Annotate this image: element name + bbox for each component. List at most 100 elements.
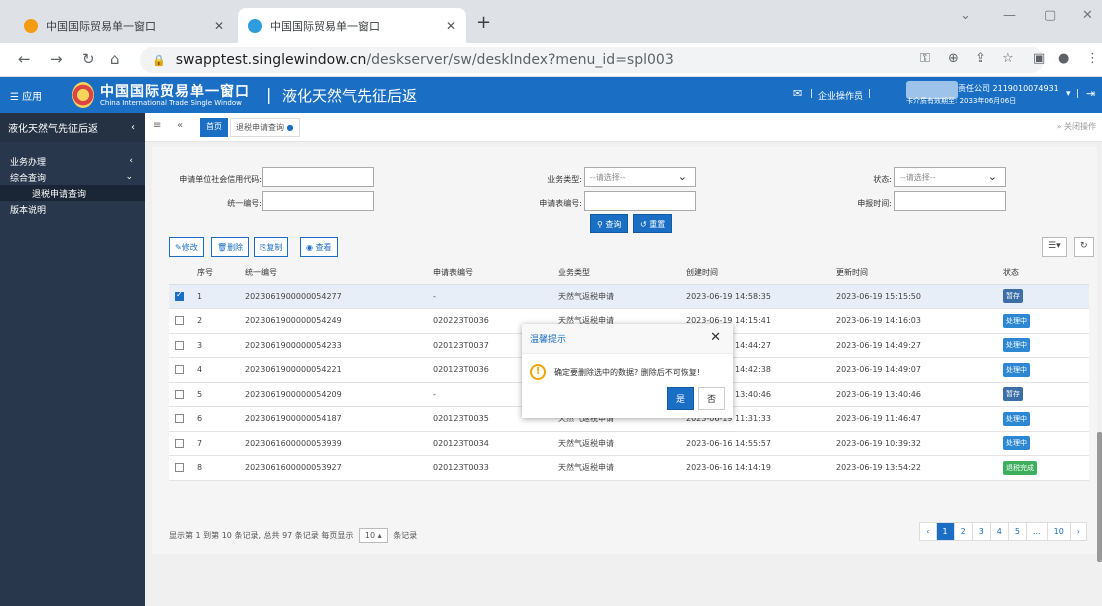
page-button[interactable]: 4: [989, 522, 1009, 541]
edit-button[interactable]: ✎修改: [169, 237, 204, 257]
maximize-icon[interactable]: ▢: [1044, 8, 1056, 23]
status-badge: 处理中: [1003, 313, 1030, 328]
column-header[interactable]: 创建时间: [680, 262, 830, 285]
page-button[interactable]: ...: [1025, 522, 1048, 541]
row-checkbox[interactable]: [175, 290, 184, 301]
close-icon[interactable]: ✕: [446, 19, 456, 33]
cell-uno: 2023061900000054209: [239, 382, 427, 407]
row-checkbox[interactable]: [175, 414, 184, 424]
page-button[interactable]: ›: [1069, 522, 1087, 541]
row-checkbox[interactable]: [175, 316, 184, 326]
close-icon[interactable]: ✕: [214, 19, 224, 33]
yes-button[interactable]: 是: [666, 387, 694, 410]
cell-idx: 2: [191, 308, 239, 334]
delete-button[interactable]: 🗑删除: [211, 237, 250, 257]
share-icon[interactable]: ⇪: [975, 51, 986, 66]
more-icon[interactable]: ⋮: [1086, 51, 1099, 66]
sidepanel-icon[interactable]: ▣: [1033, 51, 1045, 66]
window-close-icon[interactable]: ✕: [1082, 8, 1093, 23]
url-field[interactable]: 🔒 swapptest.singlewindow.cn/deskserver/s…: [140, 47, 1044, 73]
report-time-input[interactable]: [894, 191, 1006, 211]
row-select-cell: [169, 431, 191, 456]
company-info[interactable]: 责任公司 2119010074931 卡介质有效期至: 2033年06月06日: [906, 83, 1059, 107]
sidebar-title-text: 液化天然气先征后返: [8, 124, 98, 135]
page-button[interactable]: 3: [971, 522, 991, 541]
dropdown-icon[interactable]: ▾: [1066, 89, 1071, 99]
menu-icon[interactable]: ≡: [153, 120, 161, 131]
home-icon[interactable]: ⌂: [110, 50, 120, 68]
row-checkbox[interactable]: [175, 438, 184, 448]
refresh-icon[interactable]: ↻: [1074, 237, 1094, 257]
copy-button[interactable]: ⎘复制: [254, 237, 289, 257]
column-header[interactable]: 状态: [997, 262, 1089, 285]
page-button[interactable]: 5: [1007, 522, 1027, 541]
profile-icon[interactable]: ●: [1058, 51, 1069, 66]
page-button[interactable]: 2: [953, 522, 973, 541]
double-chevron-left-icon[interactable]: «: [177, 120, 183, 131]
status-select[interactable]: --请选择-- ⌄: [894, 167, 1006, 187]
key-icon[interactable]: ⚿: [920, 51, 930, 66]
tab-title: 中国国际贸易单一窗口: [270, 19, 380, 33]
sidebar-item-version[interactable]: 版本说明: [0, 201, 145, 217]
row-checkbox[interactable]: [175, 463, 184, 473]
row-checkbox[interactable]: [175, 340, 184, 350]
system-title: 液化天然气先征后返: [282, 87, 418, 105]
browser-tab[interactable]: 中国国际贸易单一窗口 ✕: [14, 8, 234, 43]
app-menu-button[interactable]: ☰ 应用: [10, 88, 42, 103]
app-no-input[interactable]: [584, 191, 696, 211]
cell-updated: 2023-06-19 10:39:32: [830, 431, 997, 456]
close-icon[interactable]: ●: [287, 123, 294, 132]
cell-app: -: [427, 284, 552, 309]
columns-menu-button[interactable]: ☰▾: [1042, 237, 1067, 257]
page-button[interactable]: 1: [935, 522, 955, 541]
no-button[interactable]: 否: [697, 387, 725, 410]
status-cell: 处理中: [997, 333, 1089, 358]
table-row[interactable]: 7 2023061600000053939 020123T0034 天然气返税申请 20…: [169, 431, 1089, 456]
query-button[interactable]: ⚲ 查询: [590, 214, 629, 233]
status-badge: 暂存: [1003, 289, 1023, 304]
warning-icon: !: [530, 364, 546, 380]
chevron-down-icon: ⌄: [125, 172, 133, 182]
star-icon[interactable]: ☆: [1002, 51, 1014, 66]
zoom-icon[interactable]: ⊕: [948, 51, 959, 66]
close-icon[interactable]: ✕: [710, 330, 721, 345]
reset-icon: ↺: [640, 220, 647, 229]
forward-icon[interactable]: →: [50, 50, 63, 68]
page-button[interactable]: ‹: [919, 522, 937, 541]
row-checkbox[interactable]: [175, 389, 184, 399]
view-button[interactable]: ◉ 查看: [300, 237, 338, 257]
sidebar-item-query[interactable]: 综合查询 ⌄: [0, 169, 145, 185]
unified-no-input[interactable]: [262, 191, 374, 211]
new-tab-icon[interactable]: +: [476, 12, 491, 33]
page-button[interactable]: 10: [1046, 522, 1071, 541]
column-header[interactable]: 序号: [191, 262, 239, 285]
scrollbar[interactable]: [1097, 432, 1102, 562]
chevron-down-icon[interactable]: ⌄: [960, 8, 971, 23]
minimize-icon[interactable]: —: [1003, 8, 1016, 23]
back-icon[interactable]: ←: [18, 50, 31, 68]
browser-tab-active[interactable]: 中国国际贸易单一窗口 ✕: [238, 8, 466, 43]
chevron-left-icon[interactable]: ‹: [131, 122, 135, 133]
mail-icon[interactable]: ✉: [793, 87, 802, 100]
divider: |: [266, 85, 272, 104]
close-operations[interactable]: » 关闭操作: [1057, 121, 1096, 132]
table-row[interactable]: 12023061900000054277-天然气返税申请2023-06-19 1…: [169, 284, 1089, 309]
tab-home[interactable]: 首页: [200, 118, 228, 137]
lock-icon: 🔒: [152, 53, 166, 67]
table-row[interactable]: 8 2023061600000053927 020123T0033 天然气返税申请 20…: [169, 455, 1089, 481]
query-label: 查询: [605, 220, 622, 229]
reset-button[interactable]: ↺ 重置: [633, 214, 673, 233]
column-header[interactable]: 更新时间: [830, 262, 997, 285]
reload-icon[interactable]: ↻: [82, 50, 95, 68]
sidebar-item-refund-query[interactable]: 退税申请查询: [0, 185, 145, 201]
column-header[interactable]: 统一编号: [239, 262, 427, 285]
tab-refund-query[interactable]: 退税申请查询 ●: [230, 118, 300, 137]
page-size-select[interactable]: 10 ▴: [358, 528, 388, 543]
column-header[interactable]: 业务类型: [552, 262, 680, 285]
row-checkbox[interactable]: [175, 365, 184, 375]
logout-icon[interactable]: ⇥: [1086, 87, 1095, 100]
sidebar-item-business[interactable]: 业务办理 ‹: [0, 153, 145, 169]
column-header[interactable]: 申请表编号: [427, 262, 552, 285]
credit-code-input[interactable]: [262, 167, 374, 187]
biz-type-select[interactable]: --请选择-- ⌄: [584, 167, 696, 187]
